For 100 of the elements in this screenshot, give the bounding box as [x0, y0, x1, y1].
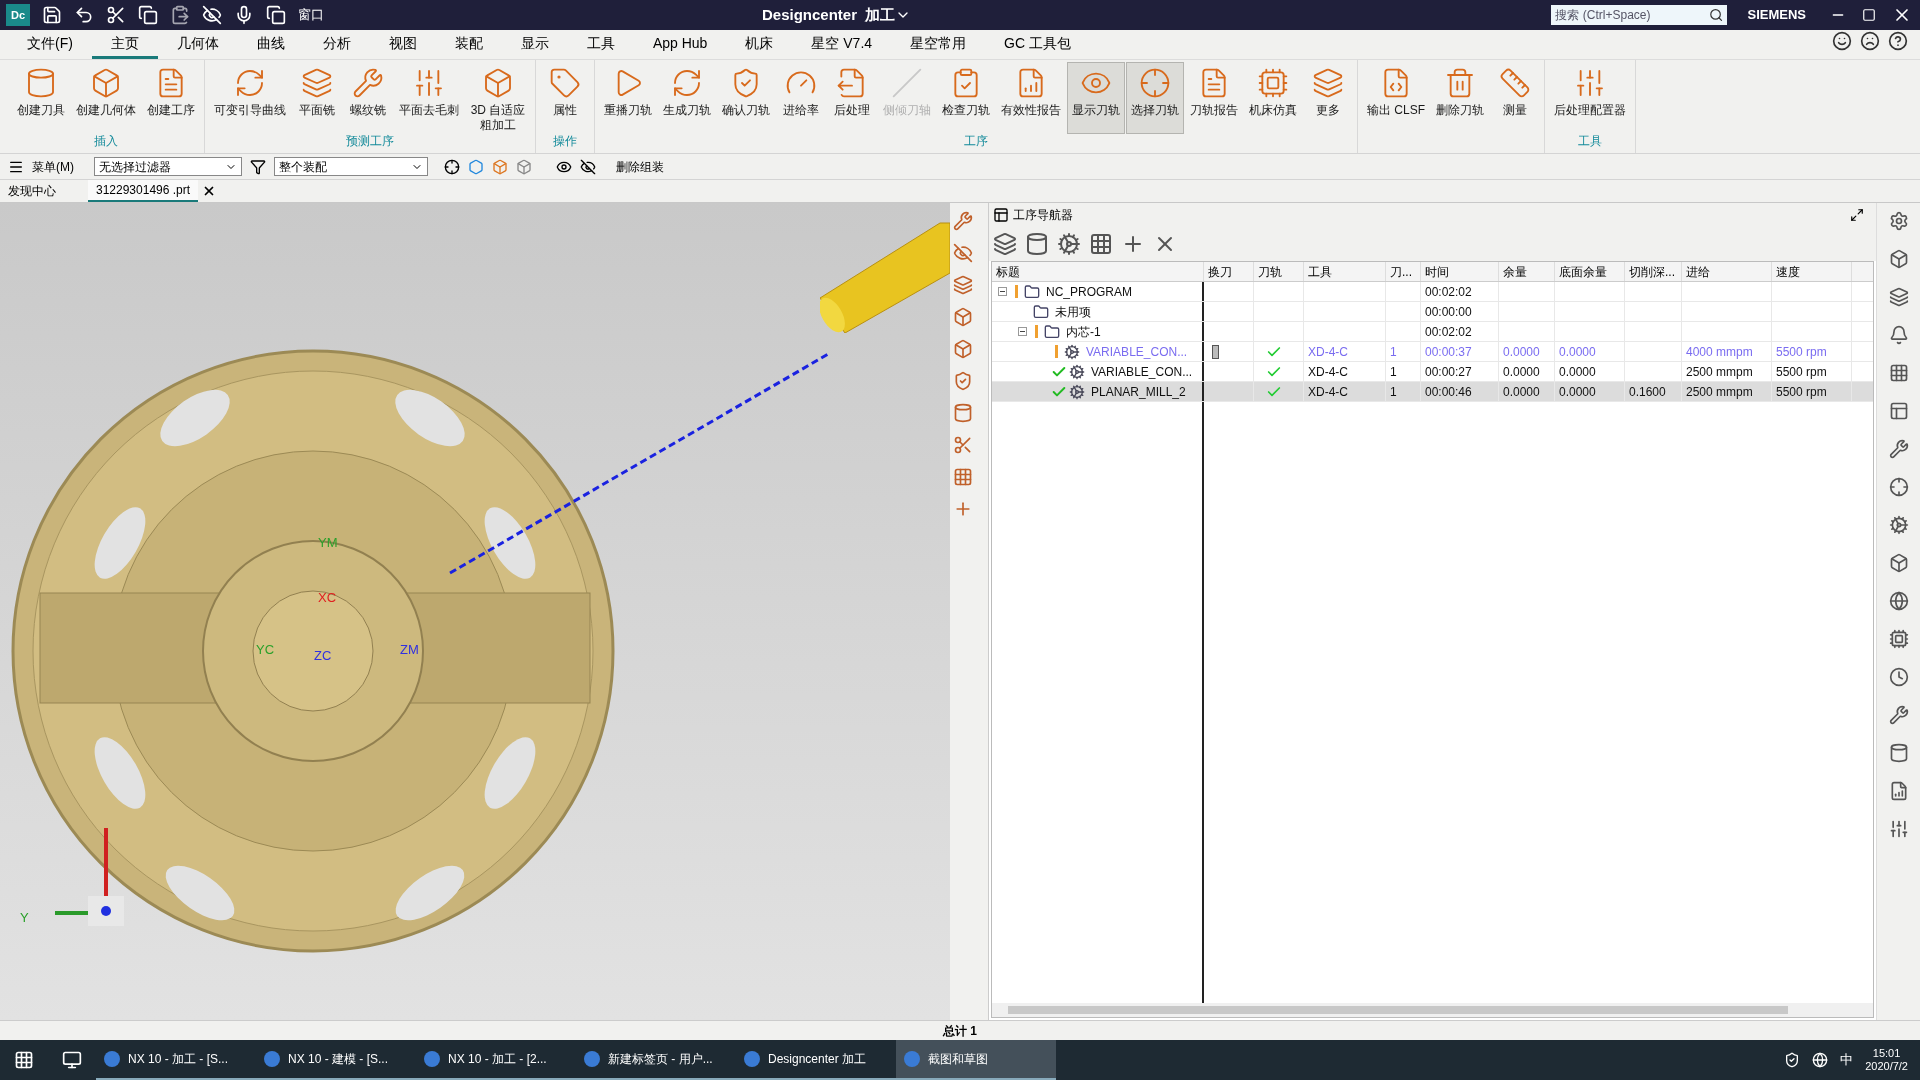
taskbar-item[interactable]: NX 10 - 加工 - [2... [416, 1040, 576, 1080]
ribbon-button[interactable]: 创建几何体 [71, 62, 141, 134]
column-header[interactable]: 时间 [1425, 262, 1449, 281]
taskbar-item[interactable]: 截图和草图 [896, 1040, 1056, 1080]
row-title: 未用项 [1055, 303, 1091, 321]
3d-viewport[interactable]: YM XC YC ZC ZM Y [0, 203, 950, 1020]
column-header[interactable]: 速度 [1776, 262, 1800, 281]
filter-dropdown[interactable]: 无选择过滤器 [94, 157, 242, 176]
ime-indicator[interactable]: 中 [1840, 1050, 1854, 1070]
taskbar-item[interactable]: NX 10 - 加工 - [S... [96, 1040, 256, 1080]
taskbar-label: Designcenter 加工 [768, 1051, 867, 1068]
row-title: NC_PROGRAM [1046, 283, 1132, 301]
menu-tab[interactable]: 几何体 [157, 31, 238, 59]
column-header[interactable]: 换刀 [1208, 262, 1232, 281]
ribbon-button[interactable]: 输出 CLSF [1362, 62, 1430, 134]
tree-row[interactable]: VARIABLE_CON... XD-4-C 1 00:00:27 0.0000 0.0000 2500 mmpm 5500 rpm [992, 362, 1873, 382]
column-header[interactable]: 刀... [1390, 262, 1412, 281]
menu-tab[interactable]: App Hub [633, 31, 727, 59]
tree-row[interactable]: 内芯-1 00:02:02 [992, 322, 1873, 342]
menu-button[interactable]: 菜单(M) [32, 157, 74, 176]
row-title: VARIABLE_CON... [1091, 363, 1193, 381]
ribbon-button[interactable]: 检查刀轨 [937, 62, 995, 134]
menu-tab[interactable]: 主页 [91, 31, 158, 59]
menu-tab[interactable]: 曲线 [237, 31, 304, 59]
menu-tab[interactable]: 工具 [567, 31, 634, 59]
remove-assembly-button[interactable]: 删除组装 [616, 157, 664, 176]
status-text: 总计 1 [943, 1022, 977, 1040]
ribbon-button[interactable]: 3D 自适应粗加工 [465, 62, 531, 134]
panel-title: 工序导航器 [1013, 207, 1073, 224]
menu-tab[interactable]: 机床 [726, 31, 793, 59]
app-logo[interactable]: Dc [6, 4, 30, 26]
clock-time: 15:01 [1872, 1047, 1901, 1060]
menu-tab[interactable]: 文件(F) [8, 31, 92, 59]
tree-row[interactable]: 未用项 00:00:00 [992, 302, 1873, 322]
ribbon-button[interactable]: 创建工序 [142, 62, 200, 134]
ribbon-button[interactable]: 平面铣 [292, 62, 342, 134]
taskbar-item[interactable]: 新建标签页 - 用户... [576, 1040, 736, 1080]
ribbon-button[interactable]: 有效性报告 [996, 62, 1066, 134]
table-cell-text: 00:00:37 [1425, 343, 1472, 361]
ribbon-button[interactable]: 刀轨报告 [1185, 62, 1243, 134]
row-title: 内芯-1 [1066, 323, 1101, 341]
document-tab[interactable]: 发现中心 [0, 180, 64, 202]
column-header[interactable]: 余量 [1503, 262, 1527, 281]
table-cell-text: XD-4-C [1308, 363, 1348, 381]
scope-dropdown[interactable]: 整个装配 [274, 157, 428, 176]
group-label: 工具 [1577, 134, 1603, 148]
ribbon-button[interactable]: 更多 [1303, 62, 1353, 134]
window-menu[interactable]: 窗口 [298, 5, 324, 25]
taskbar-item[interactable]: NX 10 - 建模 - [S... [256, 1040, 416, 1080]
search-field[interactable]: 搜索 (Ctrl+Space) [1551, 5, 1728, 25]
ribbon-button[interactable]: 进给率 [776, 62, 826, 134]
document-tab[interactable]: 31229301496 .prt [88, 180, 199, 202]
table-cell-text: 0.0000 [1559, 383, 1596, 401]
ribbon-button[interactable]: 确认刀轨 [717, 62, 775, 134]
ribbon-button[interactable]: 后处理 [827, 62, 877, 134]
ribbon-button[interactable]: 显示刀轨 [1067, 62, 1125, 134]
taskbar-label: NX 10 - 建模 - [S... [288, 1051, 389, 1068]
menu-tab[interactable]: 星空常用 [891, 31, 986, 59]
ribbon-button[interactable]: 可变引导曲线 [209, 62, 291, 134]
column-header[interactable]: 刀轨 [1258, 262, 1282, 281]
column-header[interactable]: 进给 [1686, 262, 1710, 281]
tree-row[interactable]: NC_PROGRAM 00:02:02 [992, 282, 1873, 302]
axis-label: ZM [400, 641, 419, 659]
ribbon-button[interactable]: 属性 [540, 62, 590, 134]
table-cell-text: 0.0000 [1503, 363, 1540, 381]
table-cell-text: 1 [1390, 363, 1397, 381]
group-label: 操作 [552, 134, 578, 148]
column-header[interactable]: 工具 [1308, 262, 1332, 281]
table-cell-text: 00:02:02 [1425, 283, 1472, 301]
menu-tab[interactable]: GC 工具包 [985, 31, 1090, 59]
menu-tab[interactable]: 分析 [303, 31, 370, 59]
ribbon-button[interactable]: 平面去毛刺 [394, 62, 464, 134]
menu-tab[interactable]: 视图 [369, 31, 436, 59]
group-label: 预测工序 [345, 134, 395, 148]
table-cell-text: 4000 mmpm [1686, 343, 1753, 361]
column-header[interactable]: 底面余量 [1559, 262, 1607, 281]
menu-tab[interactable]: 显示 [501, 31, 568, 59]
tree-row[interactable]: PLANAR_MILL_2 XD-4-C 1 00:00:46 0.0000 0.0000 0.1600 2500 mmpm 5500 rpm [992, 382, 1873, 402]
ribbon-button[interactable]: 机床仿真 [1244, 62, 1302, 134]
ribbon-button[interactable]: 螺纹铣 [343, 62, 393, 134]
ribbon-button[interactable]: 重播刀轨 [599, 62, 657, 134]
ribbon-button[interactable]: 测量 [1490, 62, 1540, 134]
ribbon-button[interactable]: 删除刀轨 [1431, 62, 1489, 134]
table-cell-text: 2500 mmpm [1686, 363, 1753, 381]
menu-tab[interactable]: 装配 [435, 31, 502, 59]
ribbon-button[interactable]: 创建刀具 [12, 62, 70, 134]
column-header[interactable]: 切削深... [1629, 262, 1675, 281]
column-header[interactable]: 标题 [996, 262, 1020, 281]
ribbon-button[interactable]: 生成刀轨 [658, 62, 716, 134]
axis-label: Y [20, 909, 29, 927]
menu-tab[interactable]: 星空 V7.4 [792, 31, 892, 59]
axis-label: YM [318, 534, 338, 552]
row-title: PLANAR_MILL_2 [1091, 383, 1186, 401]
table-cell-text: 2500 mmpm [1686, 383, 1753, 401]
ribbon-button[interactable]: 后处理配置器 [1549, 62, 1631, 134]
table-cell-text: 00:00:27 [1425, 363, 1472, 381]
table-cell-text: 0.0000 [1503, 383, 1540, 401]
table-cell-text: 00:00:00 [1425, 303, 1472, 321]
ribbon-button[interactable]: 选择刀轨 [1126, 62, 1184, 134]
tree-row[interactable]: VARIABLE_CON... XD-4-C 1 00:00:37 0.0000 0.0000 4000 mmpm 5500 rpm [992, 342, 1873, 362]
